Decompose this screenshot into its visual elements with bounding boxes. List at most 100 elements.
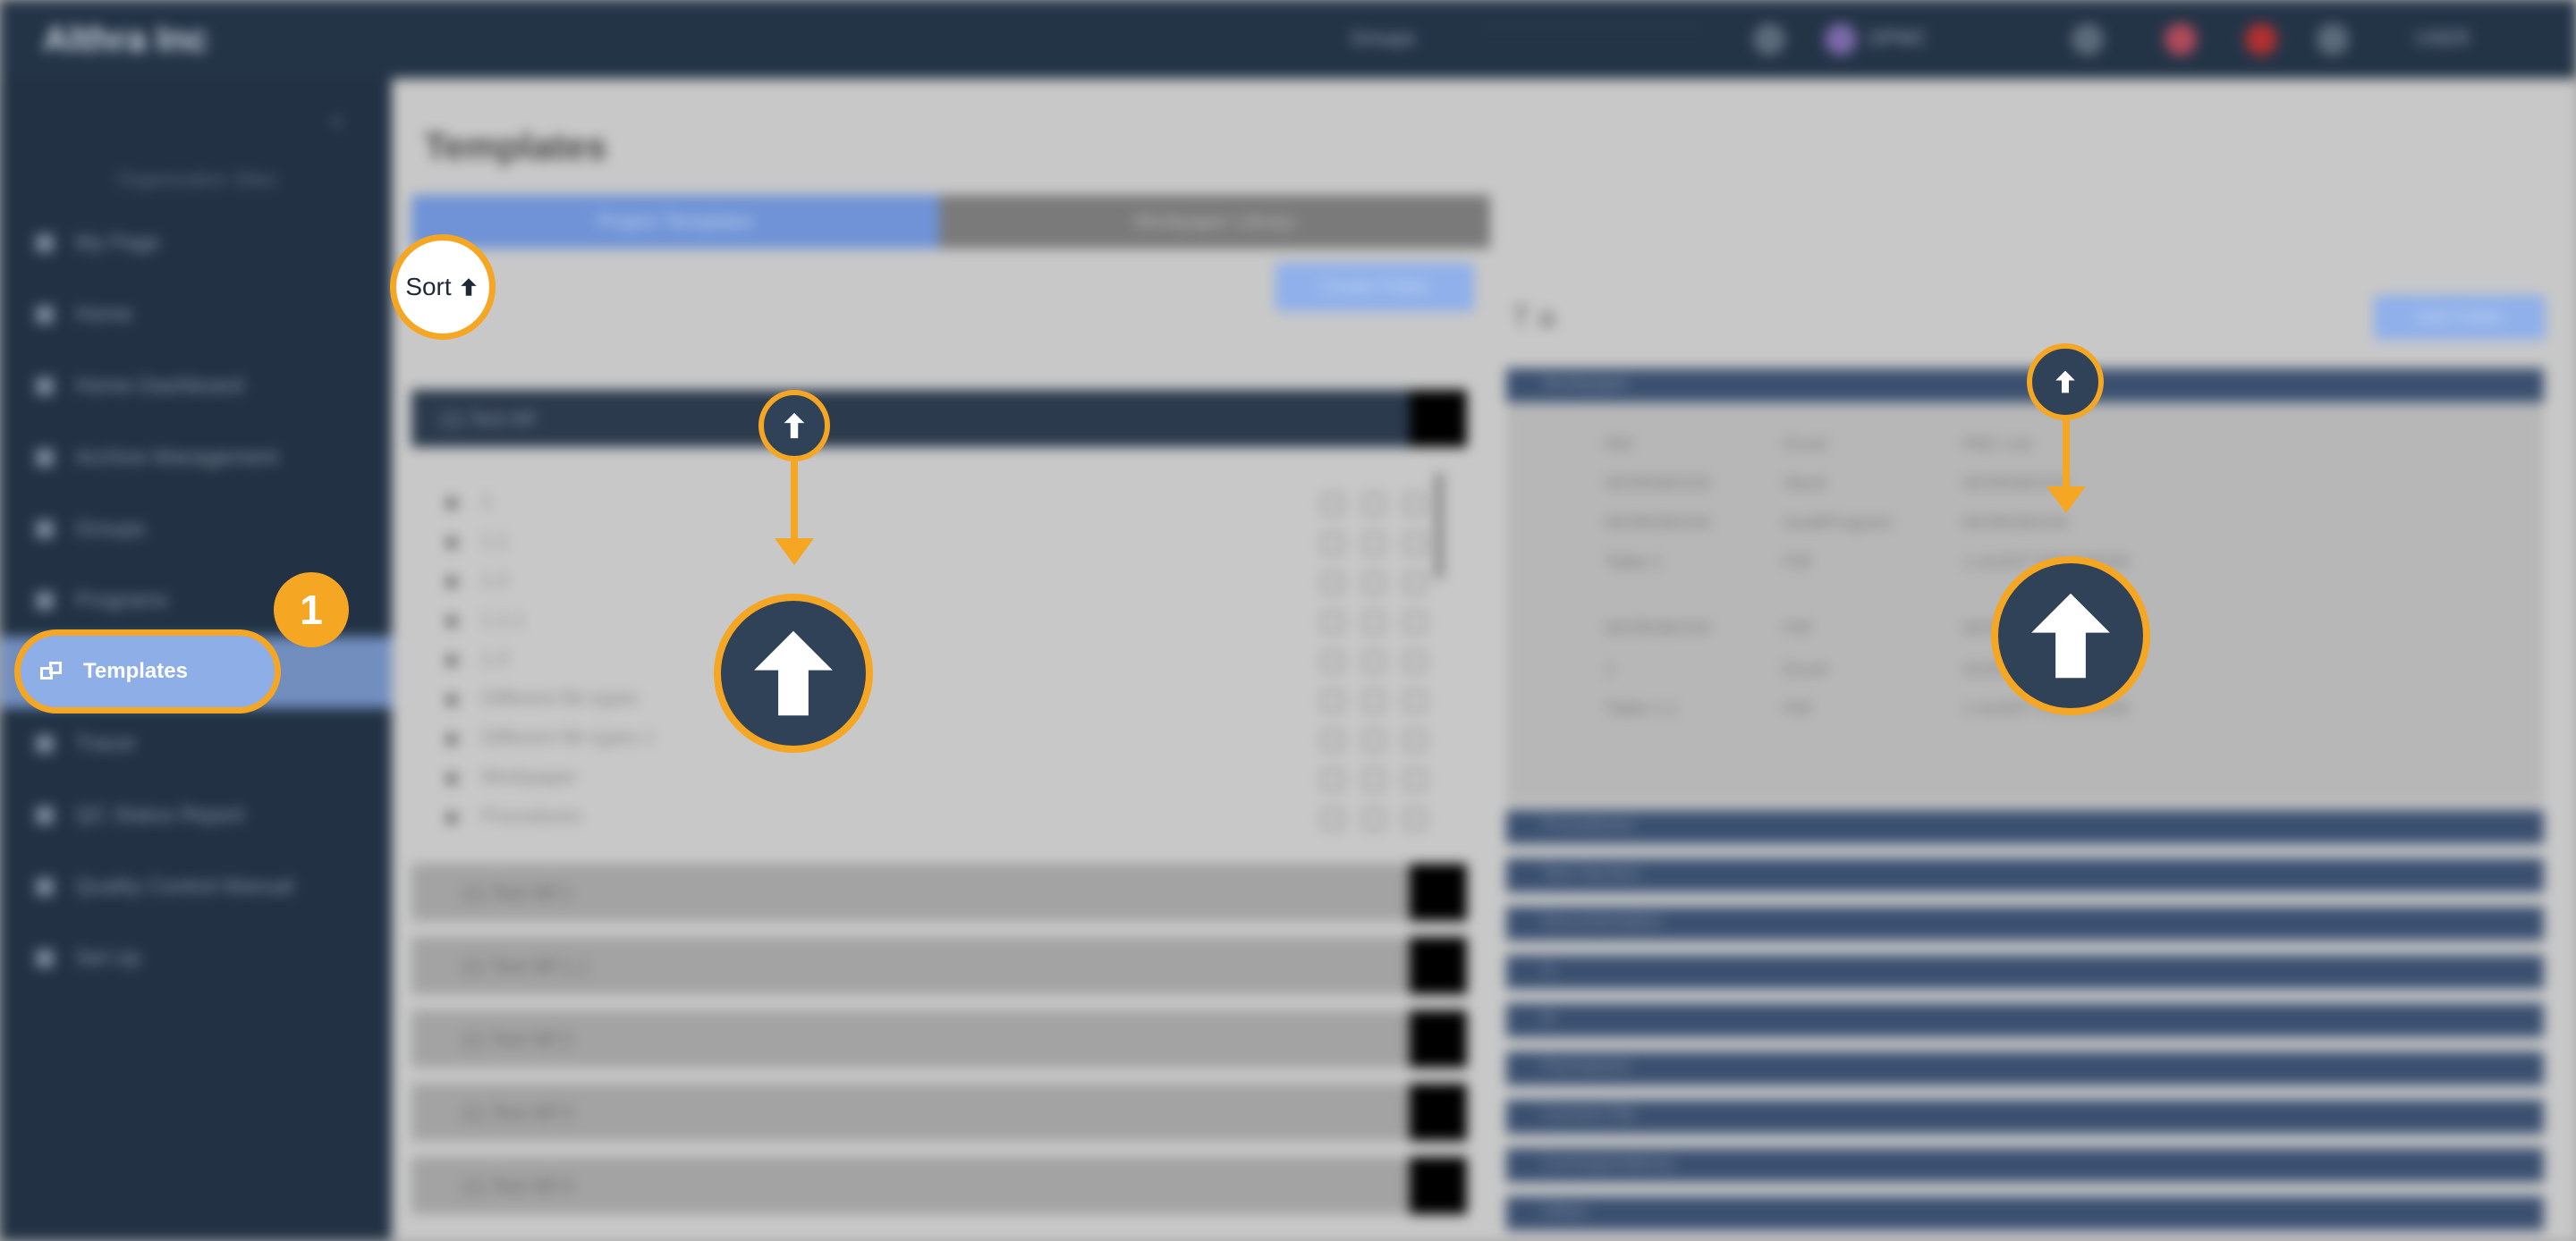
edit-icon[interactable] bbox=[1322, 533, 1343, 554]
edit-icon[interactable] bbox=[1322, 651, 1343, 672]
sidebar-item-dashboard[interactable]: Home Dashboard bbox=[36, 368, 358, 404]
group-row[interactable]: (1) Test Wf 4 bbox=[411, 1157, 1467, 1214]
brand-logo[interactable]: Althra Inc bbox=[43, 20, 208, 60]
group-row[interactable]: (1) Test Wf 1.1 bbox=[411, 937, 1467, 994]
sidebar-item-groups[interactable]: Groups bbox=[36, 511, 358, 547]
accordion-header[interactable]: Test Section bbox=[1506, 858, 2544, 892]
list-item[interactable]: 1 bbox=[445, 490, 1429, 517]
flag-icon[interactable] bbox=[2165, 23, 2197, 55]
list-item[interactable]: 1.3 bbox=[445, 647, 1429, 674]
edit-icon[interactable] bbox=[1322, 690, 1343, 712]
copy-icon[interactable] bbox=[1404, 651, 1426, 672]
group-row[interactable]: (1) Test Wf 3 bbox=[411, 1084, 1467, 1141]
edit-icon[interactable] bbox=[1322, 612, 1343, 633]
copy-icon[interactable] bbox=[1404, 533, 1426, 554]
group-row[interactable]: (1) Test Wf 2 bbox=[411, 1010, 1467, 1068]
group-menu-button[interactable] bbox=[1410, 1157, 1467, 1214]
item-actions[interactable] bbox=[1322, 572, 1447, 594]
item-actions[interactable] bbox=[1322, 769, 1447, 790]
accordion-header[interactable]: Procedures bbox=[1506, 810, 2544, 844]
sidebar-item-home[interactable]: Home bbox=[36, 297, 358, 333]
item-actions[interactable] bbox=[1322, 690, 1447, 712]
collapse-sidebar-icon[interactable]: ‹ bbox=[333, 106, 342, 136]
delete-icon[interactable] bbox=[1363, 690, 1385, 712]
item-actions[interactable] bbox=[1322, 808, 1447, 830]
list-item[interactable]: Different file types bbox=[445, 687, 1429, 713]
list-item-label: 1 bbox=[481, 490, 493, 512]
sidebar-item-tracer[interactable]: Tracer bbox=[36, 726, 358, 762]
copy-icon[interactable] bbox=[1404, 690, 1426, 712]
edit-icon[interactable] bbox=[1322, 808, 1343, 830]
list-item[interactable]: Different file types 1 bbox=[445, 726, 1429, 753]
group-menu-button[interactable] bbox=[1410, 390, 1467, 447]
copy-icon[interactable] bbox=[1404, 808, 1426, 830]
item-actions[interactable] bbox=[1322, 533, 1447, 554]
org-icon[interactable] bbox=[1825, 23, 1857, 55]
top-bar: Althra Inc Groups DPMC USER bbox=[0, 0, 2576, 79]
sidebar-item-my-page[interactable]: My Page bbox=[36, 225, 358, 261]
list-item[interactable]: 1.1.1 bbox=[445, 608, 1429, 635]
add-folder-button[interactable]: Add Folder bbox=[2374, 295, 2546, 340]
notification-bell-icon[interactable] bbox=[2072, 23, 2104, 55]
sidebar-item-qc-status[interactable]: QC Status Report bbox=[36, 798, 358, 833]
delete-icon[interactable] bbox=[1363, 533, 1385, 554]
sidebar-item-qc-manual[interactable]: Quality Control Manual bbox=[36, 869, 358, 905]
item-actions[interactable] bbox=[1322, 612, 1447, 633]
copy-icon[interactable] bbox=[1404, 769, 1426, 790]
list-item[interactable]: 1.2 bbox=[445, 569, 1429, 595]
group-row[interactable]: (1) Test Wf 1 bbox=[411, 864, 1467, 921]
copy-icon[interactable] bbox=[1404, 572, 1426, 594]
delete-icon[interactable] bbox=[1363, 494, 1385, 515]
item-actions[interactable] bbox=[1322, 730, 1447, 751]
open-group-header[interactable]: (1) Test Wf bbox=[411, 390, 1467, 447]
copy-icon[interactable] bbox=[1404, 612, 1426, 633]
edit-icon[interactable] bbox=[1322, 769, 1343, 790]
user-label[interactable]: DPMC bbox=[1869, 27, 1928, 50]
accordion-header[interactable]: Permanent bbox=[1506, 1051, 2544, 1085]
sidebar-item-templates[interactable]: Templates bbox=[14, 629, 281, 713]
item-actions[interactable] bbox=[1322, 494, 1447, 515]
group-menu-button[interactable] bbox=[1410, 864, 1467, 921]
search-input[interactable] bbox=[1485, 27, 1699, 28]
accordion-header[interactable]: Other bbox=[1506, 1196, 2544, 1230]
create-folder-button[interactable]: Create Folder bbox=[1275, 263, 1474, 311]
user-menu[interactable]: USER bbox=[2415, 27, 2470, 50]
delete-icon[interactable] bbox=[1363, 730, 1385, 751]
group-menu-button[interactable] bbox=[1410, 937, 1467, 994]
accordion-header[interactable]: Documentation bbox=[1506, 907, 2544, 941]
delete-icon[interactable] bbox=[1363, 769, 1385, 790]
sidebar-item-setup[interactable]: Set Up bbox=[36, 941, 358, 976]
sidebar-search[interactable]: Organization Sites bbox=[116, 168, 277, 191]
copy-icon[interactable] bbox=[1404, 494, 1426, 515]
accordion-header[interactable]: B bbox=[1506, 1003, 2544, 1037]
accordion-header[interactable]: Current File bbox=[1506, 1100, 2544, 1134]
list-item-label: 1.1 bbox=[481, 529, 509, 552]
copy-icon[interactable] bbox=[1404, 730, 1426, 751]
accordion-header[interactable]: A bbox=[1506, 955, 2544, 989]
delete-icon[interactable] bbox=[1363, 651, 1385, 672]
list-item[interactable]: 1.1 bbox=[445, 529, 1429, 556]
edit-icon[interactable] bbox=[1322, 730, 1343, 751]
delete-icon[interactable] bbox=[1363, 808, 1385, 830]
search-icon[interactable] bbox=[1753, 23, 1785, 55]
delete-icon[interactable] bbox=[1363, 572, 1385, 594]
sort-icon-highlight-small[interactable] bbox=[2027, 343, 2104, 420]
item-actions[interactable] bbox=[1322, 651, 1447, 672]
group-menu-button[interactable] bbox=[1410, 1084, 1467, 1141]
sort-icon-highlight-small[interactable] bbox=[758, 390, 830, 461]
accordion-header-open[interactable]: Workpaper bbox=[1506, 368, 2544, 402]
delete-icon[interactable] bbox=[1363, 612, 1385, 633]
list-item[interactable]: Workpaper bbox=[445, 765, 1429, 792]
accordion-header[interactable]: Correspondence bbox=[1506, 1148, 2544, 1182]
edit-icon[interactable] bbox=[1322, 572, 1343, 594]
list-item[interactable]: Procedures bbox=[445, 805, 1429, 832]
sort-button-callout[interactable]: Sort bbox=[390, 234, 496, 340]
list-scrollbar[interactable] bbox=[1435, 472, 1444, 579]
tab-workpaper-library[interactable]: Workpaper Library bbox=[939, 195, 1490, 249]
group-menu-button[interactable] bbox=[1410, 1010, 1467, 1068]
help-icon[interactable] bbox=[2317, 23, 2349, 55]
alert-icon[interactable] bbox=[2245, 23, 2277, 55]
sidebar-item-archive[interactable]: Archive Management bbox=[36, 440, 358, 476]
edit-icon[interactable] bbox=[1322, 494, 1343, 515]
tab-project-templates[interactable]: Project Templates bbox=[411, 195, 939, 249]
